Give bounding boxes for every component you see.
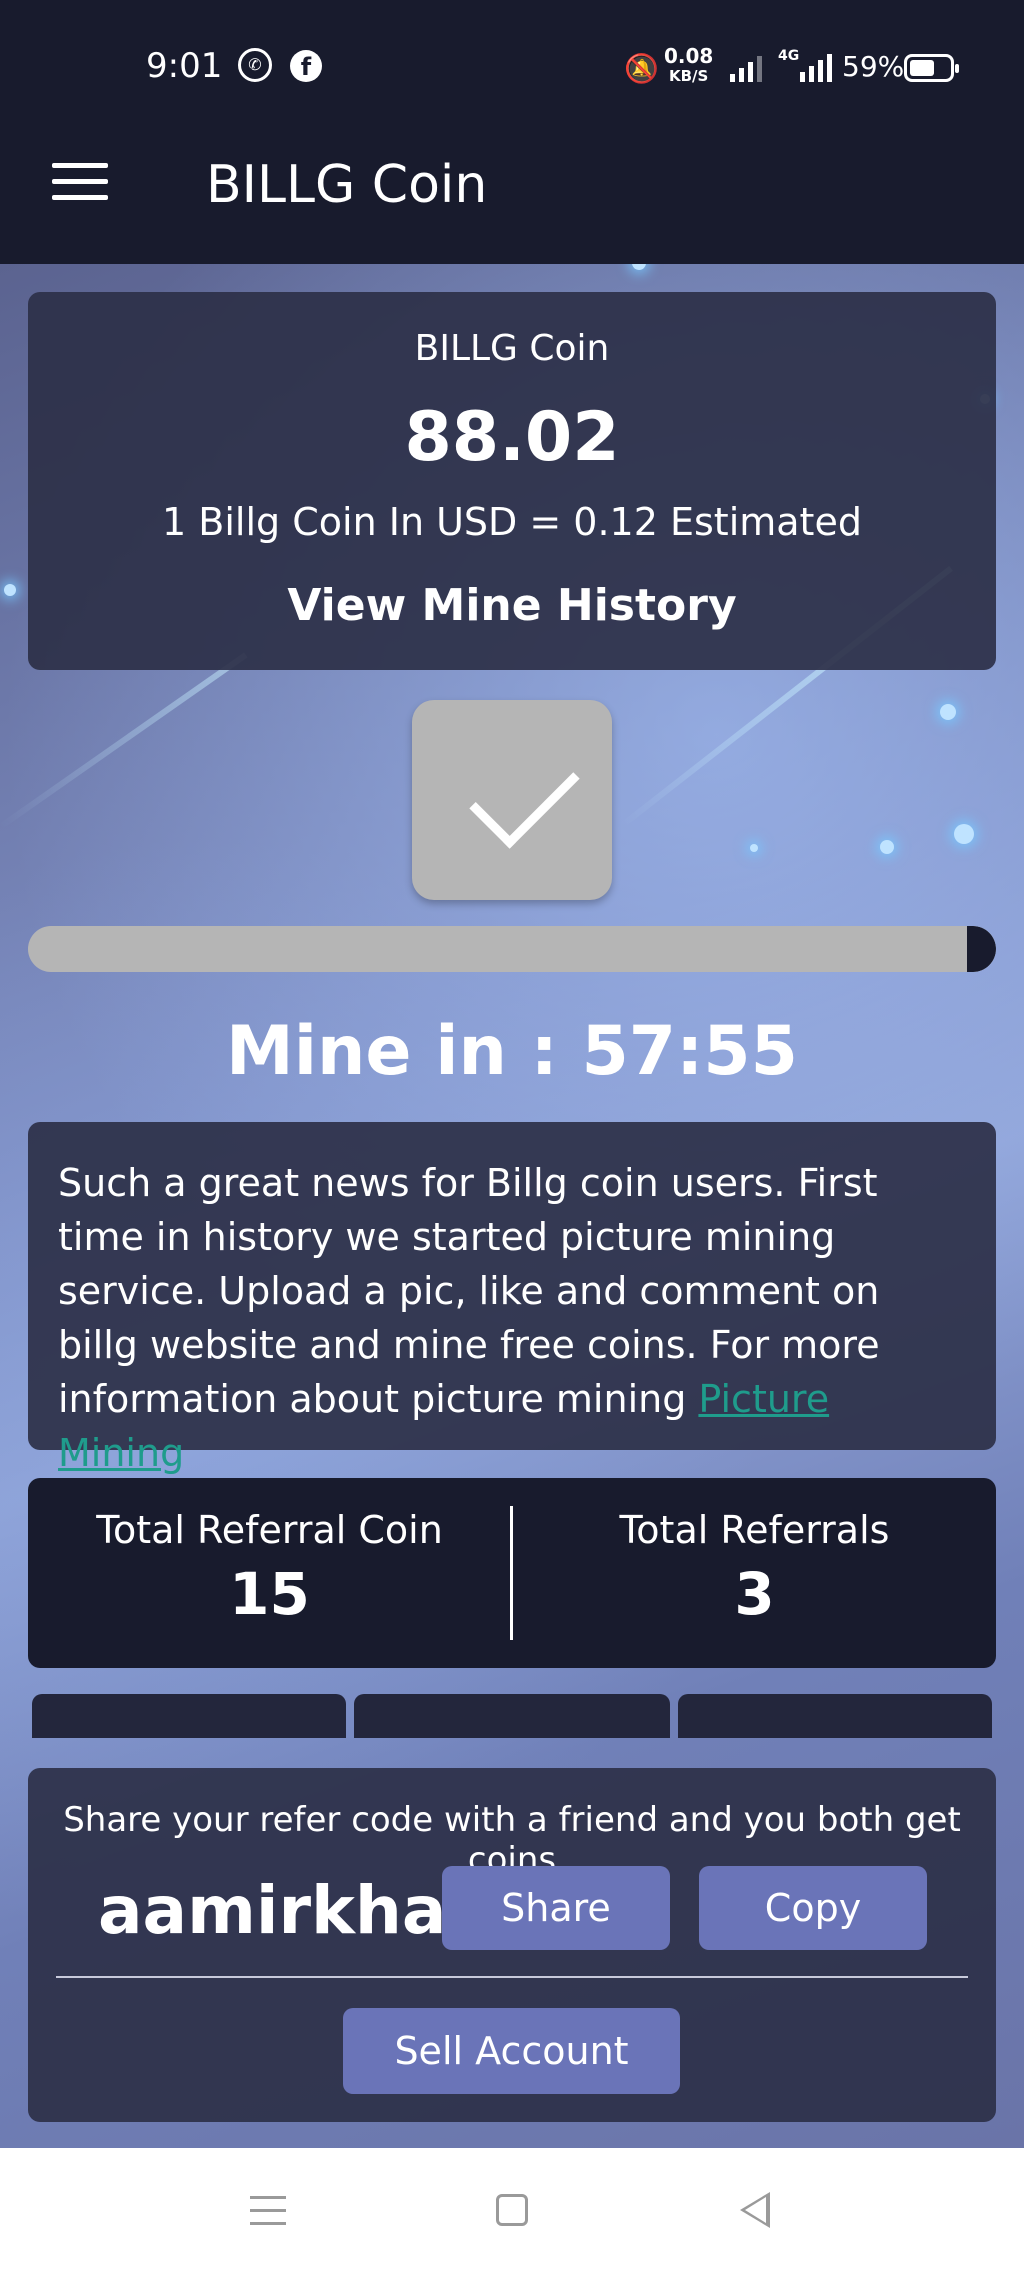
referral-count-label: Total Referrals (619, 1508, 890, 1552)
background-glow (880, 840, 894, 854)
balance-card: BILLG Coin 88.02 1 Billg Coin In USD = 0… (28, 292, 996, 670)
referral-code: aamirkhan (98, 1872, 494, 1949)
battery-percent: 59% (842, 50, 905, 83)
referral-coin-stat: Total Referral Coin 15 (28, 1508, 511, 1628)
referral-coin-value: 15 (229, 1560, 310, 1628)
background-glow (4, 584, 16, 596)
background-glow (750, 844, 758, 852)
tab-1[interactable] (32, 1694, 346, 1738)
view-mine-history-link[interactable]: View Mine History (28, 580, 996, 631)
mine-timer: Mine in : 57:55 (226, 1012, 798, 1091)
share-button[interactable]: Share (442, 1866, 670, 1950)
tab-strip (32, 1694, 992, 1738)
background-glow (632, 264, 646, 270)
share-card: Share your refer code with a friend and … (28, 1768, 996, 2122)
referral-stats-card: Total Referral Coin 15 Total Referrals 3 (28, 1478, 996, 1668)
status-time: 9:01 (146, 46, 223, 86)
signal-icon (730, 50, 762, 82)
referral-count-stat: Total Referrals 3 (513, 1508, 996, 1628)
bell-muted-icon: 🔕 (624, 52, 659, 85)
background-glow (940, 704, 956, 720)
sell-account-button[interactable]: Sell Account (343, 2008, 680, 2094)
back-icon[interactable] (740, 2192, 770, 2228)
balance-value: 88.02 (404, 398, 620, 477)
background-streak (0, 652, 248, 830)
battery-icon (904, 54, 959, 82)
app-bar: BILLG Coin (0, 100, 1024, 264)
app-title: BILLG Coin (206, 155, 488, 215)
mining-progress-bar (28, 926, 996, 972)
background-glow (954, 824, 974, 844)
tab-3[interactable] (678, 1694, 992, 1738)
network-speed: 0.08 KB/S (664, 46, 713, 86)
signal-4g-icon (800, 50, 832, 82)
copy-button[interactable]: Copy (699, 1866, 927, 1950)
mine-button[interactable] (412, 700, 612, 900)
network-speed-unit: KB/S (669, 67, 709, 85)
news-body: Such a great news for Billg coin users. … (58, 1156, 966, 1480)
conversion-rate: 1 Billg Coin In USD = 0.12 Estimated (162, 500, 862, 544)
checkmark-icon (469, 738, 580, 849)
whatsapp-icon: ✆ (238, 48, 272, 82)
divider (56, 1976, 968, 1978)
recents-icon[interactable] (250, 2196, 286, 2235)
balance-label: BILLG Coin (414, 328, 610, 369)
system-nav-bar (0, 2148, 1024, 2275)
news-card: Such a great news for Billg coin users. … (28, 1122, 996, 1475)
hamburger-menu-icon[interactable] (52, 163, 108, 203)
facebook-icon: f (290, 50, 322, 82)
tab-2[interactable] (354, 1694, 670, 1738)
network-type: 4G (778, 48, 800, 64)
referral-coin-label: Total Referral Coin (96, 1508, 443, 1552)
network-speed-value: 0.08 (664, 44, 714, 68)
referral-count-value: 3 (734, 1560, 775, 1628)
home-icon[interactable] (496, 2194, 528, 2226)
